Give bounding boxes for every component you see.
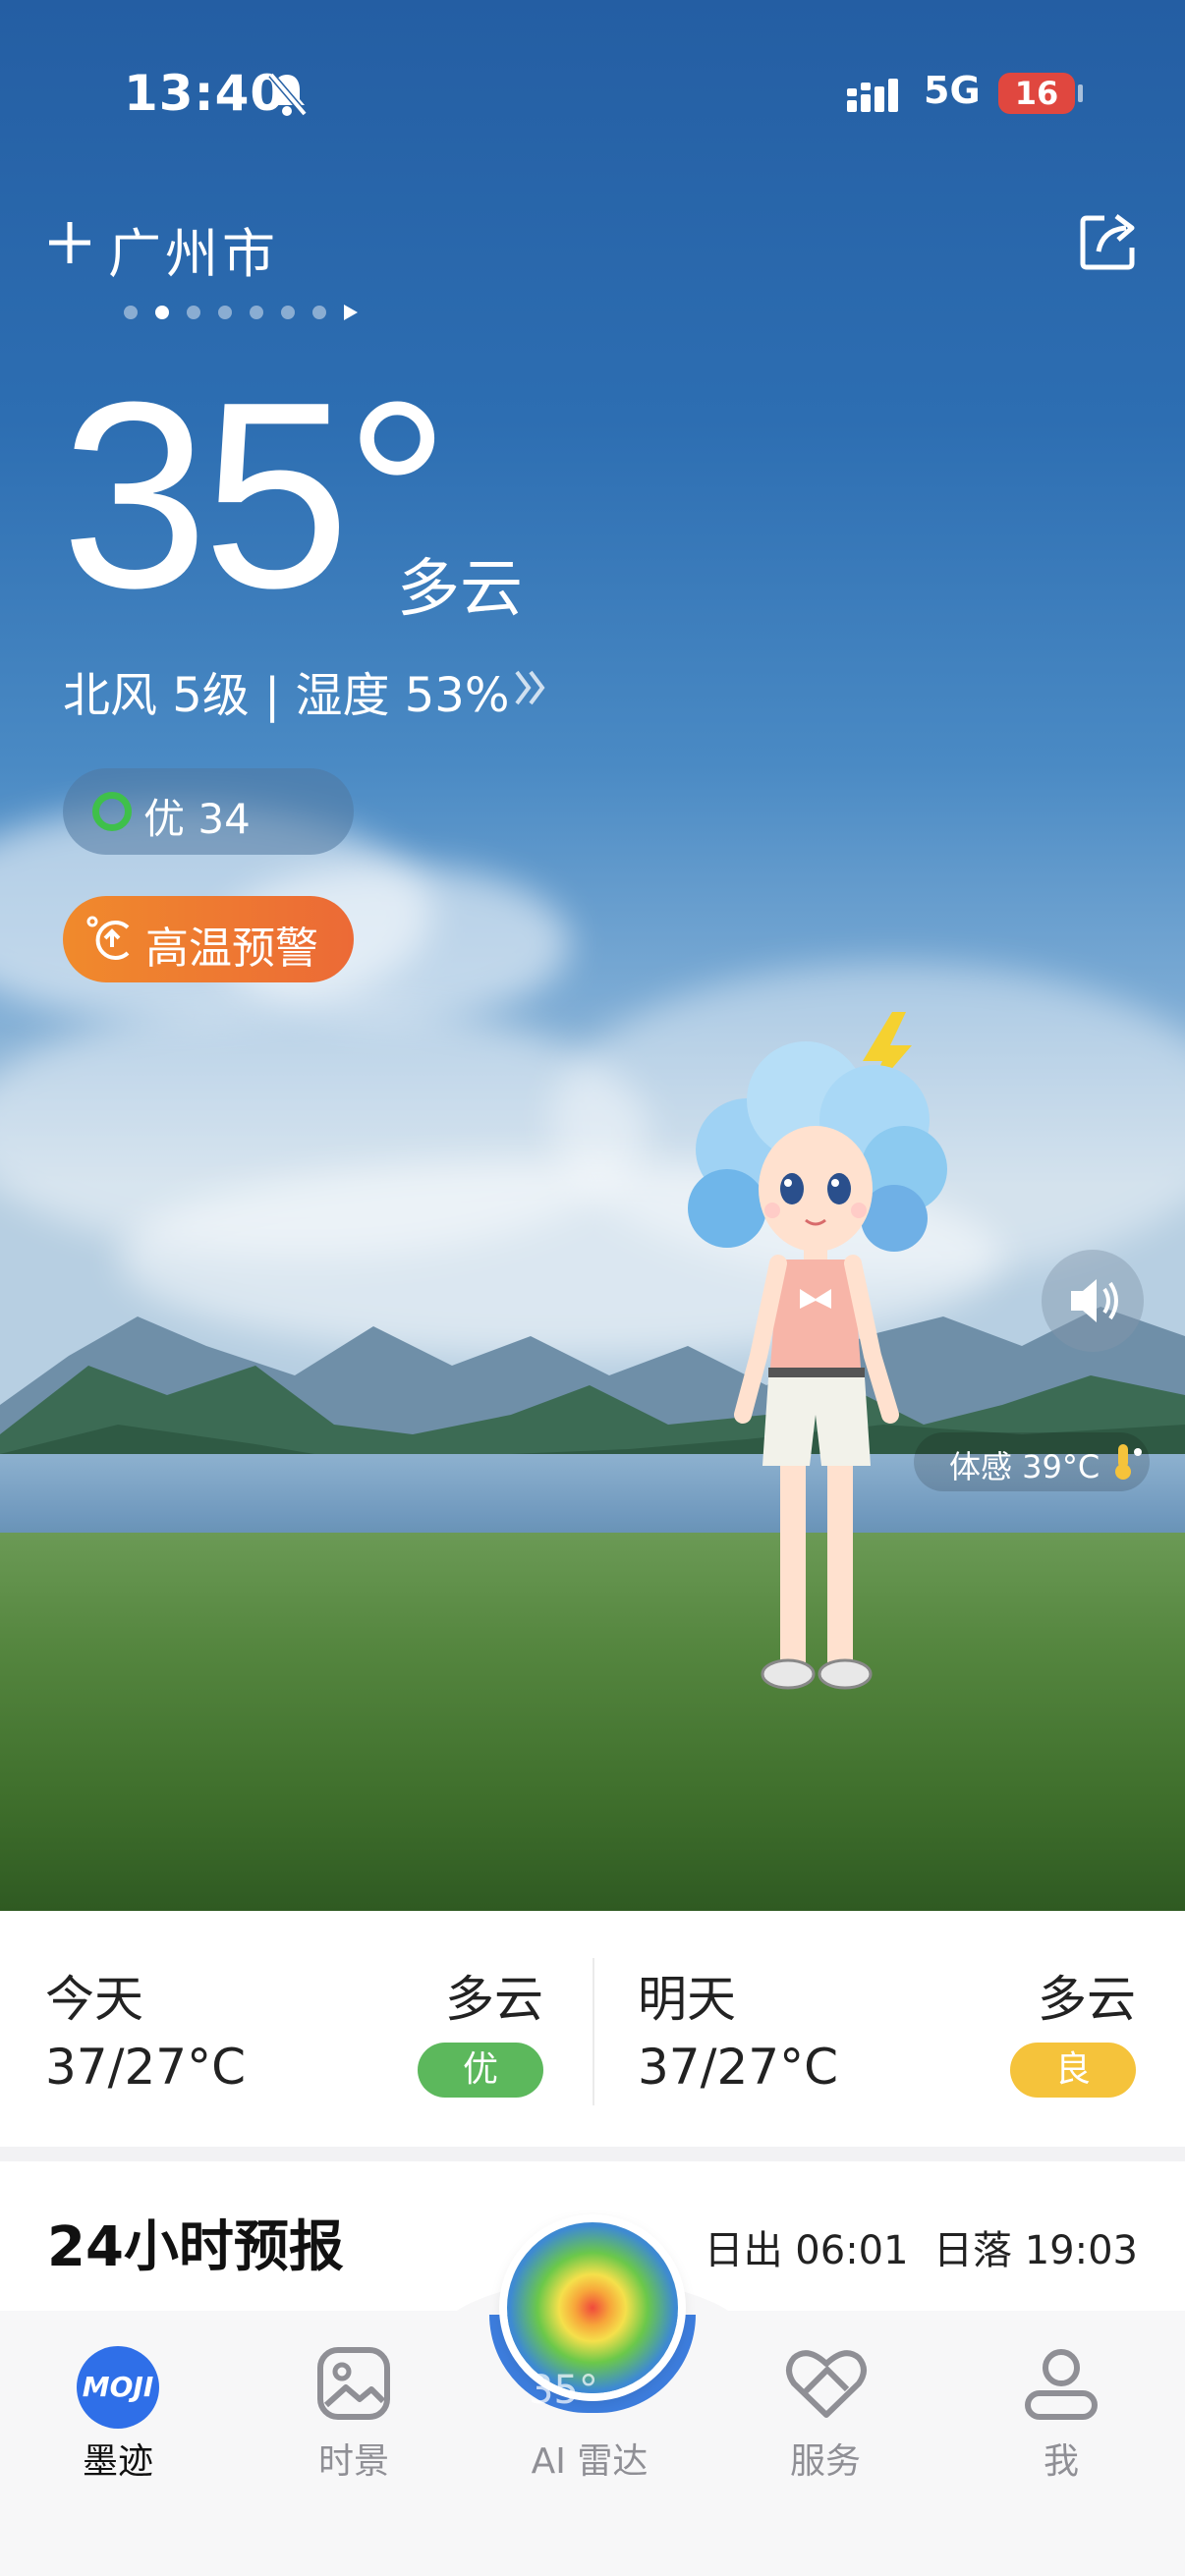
network-type: 5G [924, 69, 981, 112]
page-dot [281, 306, 295, 319]
thermometer-icon [1115, 1444, 1142, 1480]
forecast-condition: 多云 [1038, 1971, 1136, 2028]
add-city-icon[interactable] [45, 218, 94, 267]
double-chevron-right-icon[interactable] [511, 666, 550, 709]
speaker-icon [1071, 1279, 1118, 1322]
aqi-value: 优 34 [143, 795, 251, 843]
wind-humidity[interactable]: 北风 5级 | 湿度 53% [63, 656, 509, 725]
profile-icon[interactable] [1022, 2344, 1100, 2423]
gallery-icon[interactable] [314, 2344, 393, 2423]
battery-indicator: 16 [998, 73, 1075, 114]
radar-ghost-temp: 35° [529, 2368, 598, 2413]
feels-like-text: 体感 39°C [949, 1448, 1100, 1485]
grass-field [0, 1533, 1185, 1911]
status-time: 13:40 [124, 65, 286, 122]
forecast-tomorrow[interactable]: 明天 多云 37/27°C 良 [592, 1911, 1185, 2147]
current-temperature: 35° [61, 348, 450, 644]
page-dot [218, 306, 232, 319]
page-dot-active [155, 306, 169, 319]
feels-like-badge: 体感 39°C [914, 1432, 1150, 1491]
tab-me[interactable]: 我 [943, 2433, 1179, 2484]
moji-logo-icon[interactable]: MOJI [77, 2346, 159, 2429]
city-page-indicator [124, 305, 358, 320]
aqi-ring-icon [92, 792, 132, 831]
forecast-aqi-badge: 良 [1010, 2043, 1136, 2098]
two-day-forecast: 今天 多云 37/27°C 优 明天 多云 37/27°C 良 [0, 1911, 1185, 2147]
warning-label: 高温预警 [145, 924, 318, 974]
share-icon[interactable] [1077, 208, 1142, 273]
hourly-title: 24小时预报 [47, 2215, 344, 2279]
forecast-day: 今天 [45, 1971, 143, 2028]
tab-gallery[interactable]: 时景 [236, 2433, 472, 2484]
tab-ai-radar[interactable]: AI 雷达 [472, 2433, 707, 2484]
sunrise-sunset: 日出 06:01 日落 19:03 [704, 2228, 1138, 2273]
battery-tip [1078, 84, 1083, 102]
aqi-pill[interactable]: 优 34 [63, 768, 354, 855]
forecast-aqi-badge: 优 [418, 2043, 543, 2098]
page-dot [312, 306, 326, 319]
forecast-temp-range: 37/27°C [45, 2039, 247, 2096]
forecast-day: 明天 [638, 1971, 736, 2028]
city-name[interactable]: 广州市 [108, 210, 279, 288]
tab-service[interactable]: 服务 [707, 2433, 943, 2484]
page-dot [250, 306, 263, 319]
page-dot [187, 306, 200, 319]
page-dot [124, 306, 138, 319]
forecast-today[interactable]: 今天 多云 37/27°C 优 [0, 1911, 592, 2147]
weather-character-avatar[interactable] [668, 1002, 983, 1709]
muted-bell-icon [268, 72, 308, 117]
signal-icon [847, 79, 898, 112]
location-arrow-icon [344, 305, 358, 320]
heat-warning-icon [86, 916, 130, 960]
forecast-condition: 多云 [445, 1971, 543, 2028]
forecast-temp-range: 37/27°C [638, 2039, 839, 2096]
current-condition: 多云 [397, 553, 523, 626]
voice-broadcast-button[interactable] [1042, 1250, 1144, 1352]
heat-warning-pill[interactable]: 高温预警 [63, 896, 354, 982]
tab-moji[interactable]: 墨迹 [0, 2433, 236, 2484]
service-icon[interactable] [784, 2344, 869, 2423]
